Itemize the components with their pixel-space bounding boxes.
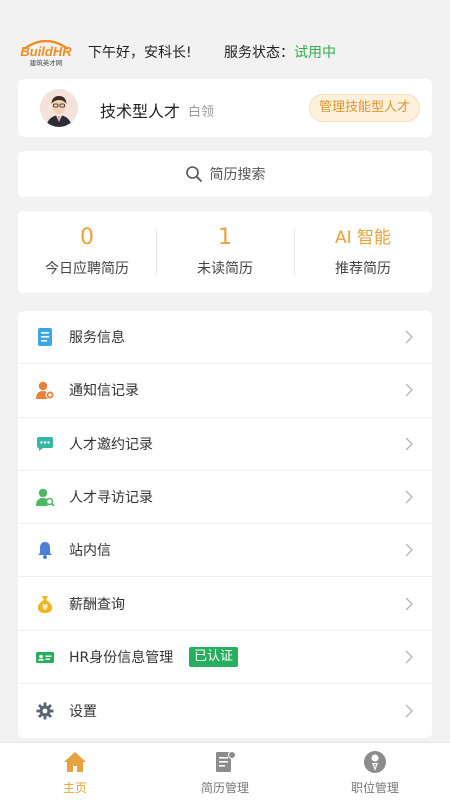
svg-text:¥: ¥ bbox=[42, 603, 48, 612]
service-status: 服务状态：试用中 bbox=[224, 42, 336, 62]
id-card-icon bbox=[35, 647, 55, 667]
user-notice-icon bbox=[35, 380, 55, 400]
menu-item-notice-records[interactable]: 通知信记录 bbox=[18, 364, 432, 418]
tab-label: 职位管理 bbox=[350, 781, 399, 795]
chevron-right-icon bbox=[404, 704, 414, 718]
bell-icon bbox=[35, 540, 55, 560]
resume-search-bar[interactable]: 简历搜索 bbox=[18, 151, 432, 197]
svg-text:建筑英才网: 建筑英才网 bbox=[30, 58, 63, 67]
menu-label: 服务信息 bbox=[69, 330, 125, 347]
stat-value: 0 bbox=[80, 225, 94, 250]
menu-item-talent-search-records[interactable]: 人才寻访记录 bbox=[18, 471, 432, 525]
chevron-right-icon bbox=[404, 650, 414, 664]
stat-value: AI 智能 bbox=[334, 228, 392, 248]
menu-item-hr-identity[interactable]: HR身份信息管理 已认证 bbox=[18, 631, 432, 685]
avatar[interactable] bbox=[40, 89, 78, 127]
menu-item-salary-query[interactable]: ¥ 薪酬查询 bbox=[18, 577, 432, 631]
stat-label: 未读简历 bbox=[197, 261, 253, 277]
menu-item-invitation-records[interactable]: 人才邀约记录 bbox=[18, 418, 432, 471]
menu-item-inbox[interactable]: 站内信 bbox=[18, 524, 432, 578]
chevron-right-icon bbox=[404, 490, 414, 504]
gear-icon bbox=[35, 701, 55, 721]
chevron-right-icon bbox=[404, 437, 414, 451]
bottom-tab-bar: 主页 简历管理 职位管理 bbox=[0, 742, 450, 800]
profile-name: 技术型人才 bbox=[100, 102, 181, 121]
position-icon bbox=[362, 749, 388, 775]
document-icon bbox=[35, 327, 55, 347]
verified-badge: 已认证 bbox=[189, 646, 239, 667]
stat-value: 1 bbox=[218, 225, 232, 250]
greeting-text: 下午好，安科长! bbox=[88, 45, 192, 61]
tab-resume-management[interactable]: 简历管理 bbox=[150, 743, 300, 800]
tab-label: 主页 bbox=[62, 781, 87, 795]
chevron-right-icon bbox=[404, 597, 414, 611]
menu-item-settings[interactable]: 设置 bbox=[18, 684, 432, 737]
stat-label: 今日应聘简历 bbox=[45, 261, 129, 277]
service-status-label: 服务状态： bbox=[224, 45, 294, 61]
buildhr-logo: BuildHR 建筑英才网 bbox=[18, 35, 74, 67]
chevron-right-icon bbox=[404, 383, 414, 397]
menu-label: 人才邀约记录 bbox=[69, 436, 153, 453]
user-search-icon bbox=[35, 487, 55, 507]
manage-skilled-talent-button[interactable]: 管理技能型人才 bbox=[308, 94, 420, 122]
tab-label: 简历管理 bbox=[200, 781, 249, 795]
menu-label: 通知信记录 bbox=[69, 383, 139, 400]
header: BuildHR 建筑英才网 下午好，安科长! 服务状态：试用中 bbox=[0, 0, 450, 78]
stat-label: 推荐简历 bbox=[335, 261, 391, 277]
stat-ai-recommended[interactable]: AI 智能 推荐简历 bbox=[294, 211, 432, 293]
stats-card: 0 今日应聘简历 1 未读简历 AI 智能 推荐简历 bbox=[18, 211, 432, 293]
tab-position-management[interactable]: 职位管理 bbox=[300, 743, 450, 800]
home-icon bbox=[62, 749, 88, 775]
menu-label: 薪酬查询 bbox=[69, 596, 125, 613]
chat-icon bbox=[35, 434, 55, 454]
profile-tag: 白领 bbox=[188, 105, 215, 120]
stat-unread-resumes[interactable]: 1 未读简历 bbox=[156, 211, 294, 293]
menu-label: 站内信 bbox=[69, 543, 111, 560]
search-icon bbox=[185, 165, 203, 183]
menu-item-service-info[interactable]: 服务信息 bbox=[18, 311, 432, 365]
money-bag-icon: ¥ bbox=[35, 594, 55, 614]
chevron-right-icon bbox=[404, 543, 414, 557]
resume-icon bbox=[212, 749, 238, 775]
service-status-value: 试用中 bbox=[294, 45, 336, 61]
chevron-right-icon bbox=[404, 330, 414, 344]
tab-home[interactable]: 主页 bbox=[0, 743, 150, 800]
menu-label: HR身份信息管理 bbox=[69, 649, 174, 666]
profile-card[interactable]: 技术型人才 白领 管理技能型人才 bbox=[18, 79, 432, 137]
stat-today-applications[interactable]: 0 今日应聘简历 bbox=[18, 211, 156, 293]
search-placeholder: 简历搜索 bbox=[209, 167, 266, 183]
menu-label: 设置 bbox=[69, 703, 97, 720]
menu-list: 服务信息 通知信记录 人才邀约记录 人才寻访记录 站内信 ¥ 薪酬查询 HR身份… bbox=[18, 311, 432, 738]
svg-text:BuildHR: BuildHR bbox=[20, 44, 72, 59]
menu-label: 人才寻访记录 bbox=[69, 490, 153, 507]
